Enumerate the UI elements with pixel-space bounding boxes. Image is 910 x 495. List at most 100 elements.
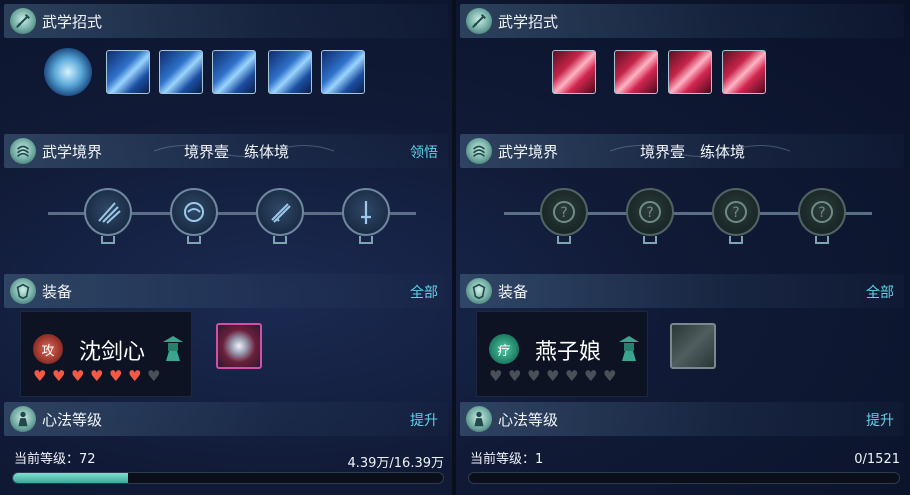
companion-name: 燕子娘 bbox=[535, 340, 602, 365]
heart-icon: ♥ bbox=[565, 367, 580, 385]
realm-node-locked[interactable]: ? bbox=[626, 188, 674, 236]
heart-method-header: 心法等级 提升 bbox=[460, 402, 904, 436]
figure-icon bbox=[466, 406, 492, 432]
martial-moves-title: 武学招式 bbox=[498, 13, 559, 31]
heart-icon: ♥ bbox=[508, 367, 523, 385]
blue-slash-skill-icon[interactable] bbox=[106, 50, 150, 94]
skill-row bbox=[456, 48, 908, 102]
blue-dash-skill-icon[interactable] bbox=[321, 50, 365, 94]
heart-icon: ♥ bbox=[109, 367, 124, 385]
red-slash-skill-icon[interactable] bbox=[614, 50, 658, 94]
affinity-hearts: ♥ ♥ ♥ ♥ ♥ ♥ ♥ bbox=[33, 367, 166, 385]
martial-moves-header: 武学招式 bbox=[4, 4, 448, 38]
sword-icon bbox=[10, 8, 36, 34]
martial-moves-title: 武学招式 bbox=[42, 13, 103, 31]
heart-icon: ♥ bbox=[147, 367, 162, 385]
realm-node-base bbox=[557, 236, 571, 244]
experience-value: 4.39万/16.39万 bbox=[347, 456, 444, 471]
companion-figure-icon bbox=[163, 336, 183, 361]
swirl-icon bbox=[466, 138, 492, 164]
svg-text:?: ? bbox=[560, 205, 567, 221]
role-badge: 攻 bbox=[33, 334, 63, 364]
heart-icon: ♥ bbox=[546, 367, 561, 385]
sword-icon bbox=[466, 8, 492, 34]
experience-bar bbox=[468, 472, 900, 484]
realm-node-base bbox=[273, 236, 287, 244]
realm-node-locked[interactable]: ? bbox=[540, 188, 588, 236]
realm-node-blade[interactable] bbox=[256, 188, 304, 236]
equipment-header: 装备 全部 bbox=[4, 274, 448, 308]
blue-strike-skill-icon[interactable] bbox=[212, 50, 256, 94]
heart-icon: ♥ bbox=[527, 367, 542, 385]
realm-node-base bbox=[729, 236, 743, 244]
companion-card[interactable]: 疗 燕子娘 ♥ ♥ ♥ ♥ ♥ ♥ ♥ bbox=[476, 311, 648, 397]
equipment-all-button[interactable]: 全部 bbox=[866, 282, 894, 302]
armor-icon bbox=[466, 278, 492, 304]
equipment-header: 装备 全部 bbox=[460, 274, 904, 308]
experience-value: 0/1521 bbox=[854, 452, 900, 467]
realm-node-swirl[interactable] bbox=[170, 188, 218, 236]
blade-icon bbox=[271, 203, 291, 223]
realm-node-slash[interactable] bbox=[84, 188, 132, 236]
character-panel-right: 武学招式 武学境界 境界壹 练体境 ? ? ? ? 装备 全部 疗 燕子娘 ♥ ♥… bbox=[456, 0, 908, 495]
companion-card[interactable]: 攻 沈剑心 ♥ ♥ ♥ ♥ ♥ ♥ ♥ bbox=[20, 311, 192, 397]
martial-realm-header: 武学境界 境界壹 练体境 bbox=[460, 134, 904, 168]
experience-bar-fill bbox=[13, 473, 129, 483]
heart-icon: ♥ bbox=[33, 367, 48, 385]
heart-method-title: 心法等级 bbox=[498, 411, 559, 429]
realm-level: 境界壹 bbox=[640, 143, 686, 161]
martial-realm-header: 武学境界 境界壹 练体境 领悟 bbox=[4, 134, 448, 168]
heart-icon: ♥ bbox=[584, 367, 599, 385]
equipped-item-slot[interactable] bbox=[670, 323, 716, 369]
red-slash-skill-icon[interactable] bbox=[552, 50, 596, 94]
red-vortex-skill-icon[interactable] bbox=[668, 50, 712, 94]
realm-node-locked[interactable]: ? bbox=[712, 188, 760, 236]
upgrade-button[interactable]: 提升 bbox=[410, 410, 438, 430]
current-level: 当前等级：72 bbox=[14, 452, 96, 467]
svg-text:?: ? bbox=[818, 205, 825, 221]
martial-realm-title: 武学境界 bbox=[498, 143, 559, 161]
equipment-title: 装备 bbox=[498, 283, 529, 301]
martial-realm-title: 武学境界 bbox=[42, 143, 103, 161]
realm-node-locked[interactable]: ? bbox=[798, 188, 846, 236]
realm-level: 境界壹 bbox=[184, 143, 230, 161]
comprehend-button[interactable]: 领悟 bbox=[410, 142, 438, 162]
heart-icon: ♥ bbox=[489, 367, 504, 385]
slash-icon bbox=[98, 202, 121, 224]
blue-pillar-skill-icon[interactable] bbox=[268, 50, 312, 94]
red-figure-skill-icon[interactable] bbox=[722, 50, 766, 94]
martial-moves-header: 武学招式 bbox=[460, 4, 904, 38]
equipment-all-button[interactable]: 全部 bbox=[410, 282, 438, 302]
heart-method-header: 心法等级 提升 bbox=[4, 402, 448, 436]
swirl-icon bbox=[10, 138, 36, 164]
realm-node-base bbox=[643, 236, 657, 244]
companion-name: 沈剑心 bbox=[79, 340, 146, 365]
svg-text:?: ? bbox=[646, 205, 653, 221]
upgrade-button[interactable]: 提升 bbox=[866, 410, 894, 430]
affinity-hearts: ♥ ♥ ♥ ♥ ♥ ♥ ♥ bbox=[489, 367, 622, 385]
blue-slash-skill-icon[interactable] bbox=[159, 50, 203, 94]
armor-icon bbox=[10, 278, 36, 304]
heart-method-title: 心法等级 bbox=[42, 411, 103, 429]
realm-node-base bbox=[815, 236, 829, 244]
realm-node-base bbox=[359, 236, 373, 244]
heart-icon: ♥ bbox=[128, 367, 143, 385]
character-panel-left: 武学招式 武学境界 境界壹 练体境 领悟 装备 全部 攻 沈剑心 ♥ ♥ ♥ ♥ ♥ ♥ ♥ bbox=[0, 0, 452, 495]
heart-icon: ♥ bbox=[603, 367, 618, 385]
realm-node-sword[interactable] bbox=[342, 188, 390, 236]
question-mark-icon: ? bbox=[811, 201, 833, 223]
experience-bar bbox=[12, 472, 444, 484]
question-mark-icon: ? bbox=[725, 201, 747, 223]
heart-icon: ♥ bbox=[71, 367, 86, 385]
realm-name: 练体境 bbox=[700, 143, 746, 161]
question-mark-icon: ? bbox=[639, 201, 661, 223]
realm-name: 练体境 bbox=[244, 143, 290, 161]
realm-node-base bbox=[187, 236, 201, 244]
skill-row bbox=[0, 48, 452, 102]
equipped-item-slot[interactable] bbox=[216, 323, 262, 369]
svg-text:?: ? bbox=[732, 205, 739, 221]
water-spiral-skill-icon[interactable] bbox=[44, 48, 92, 96]
swirl-icon bbox=[184, 202, 204, 222]
realm-node-base bbox=[101, 236, 115, 244]
equipment-title: 装备 bbox=[42, 283, 73, 301]
